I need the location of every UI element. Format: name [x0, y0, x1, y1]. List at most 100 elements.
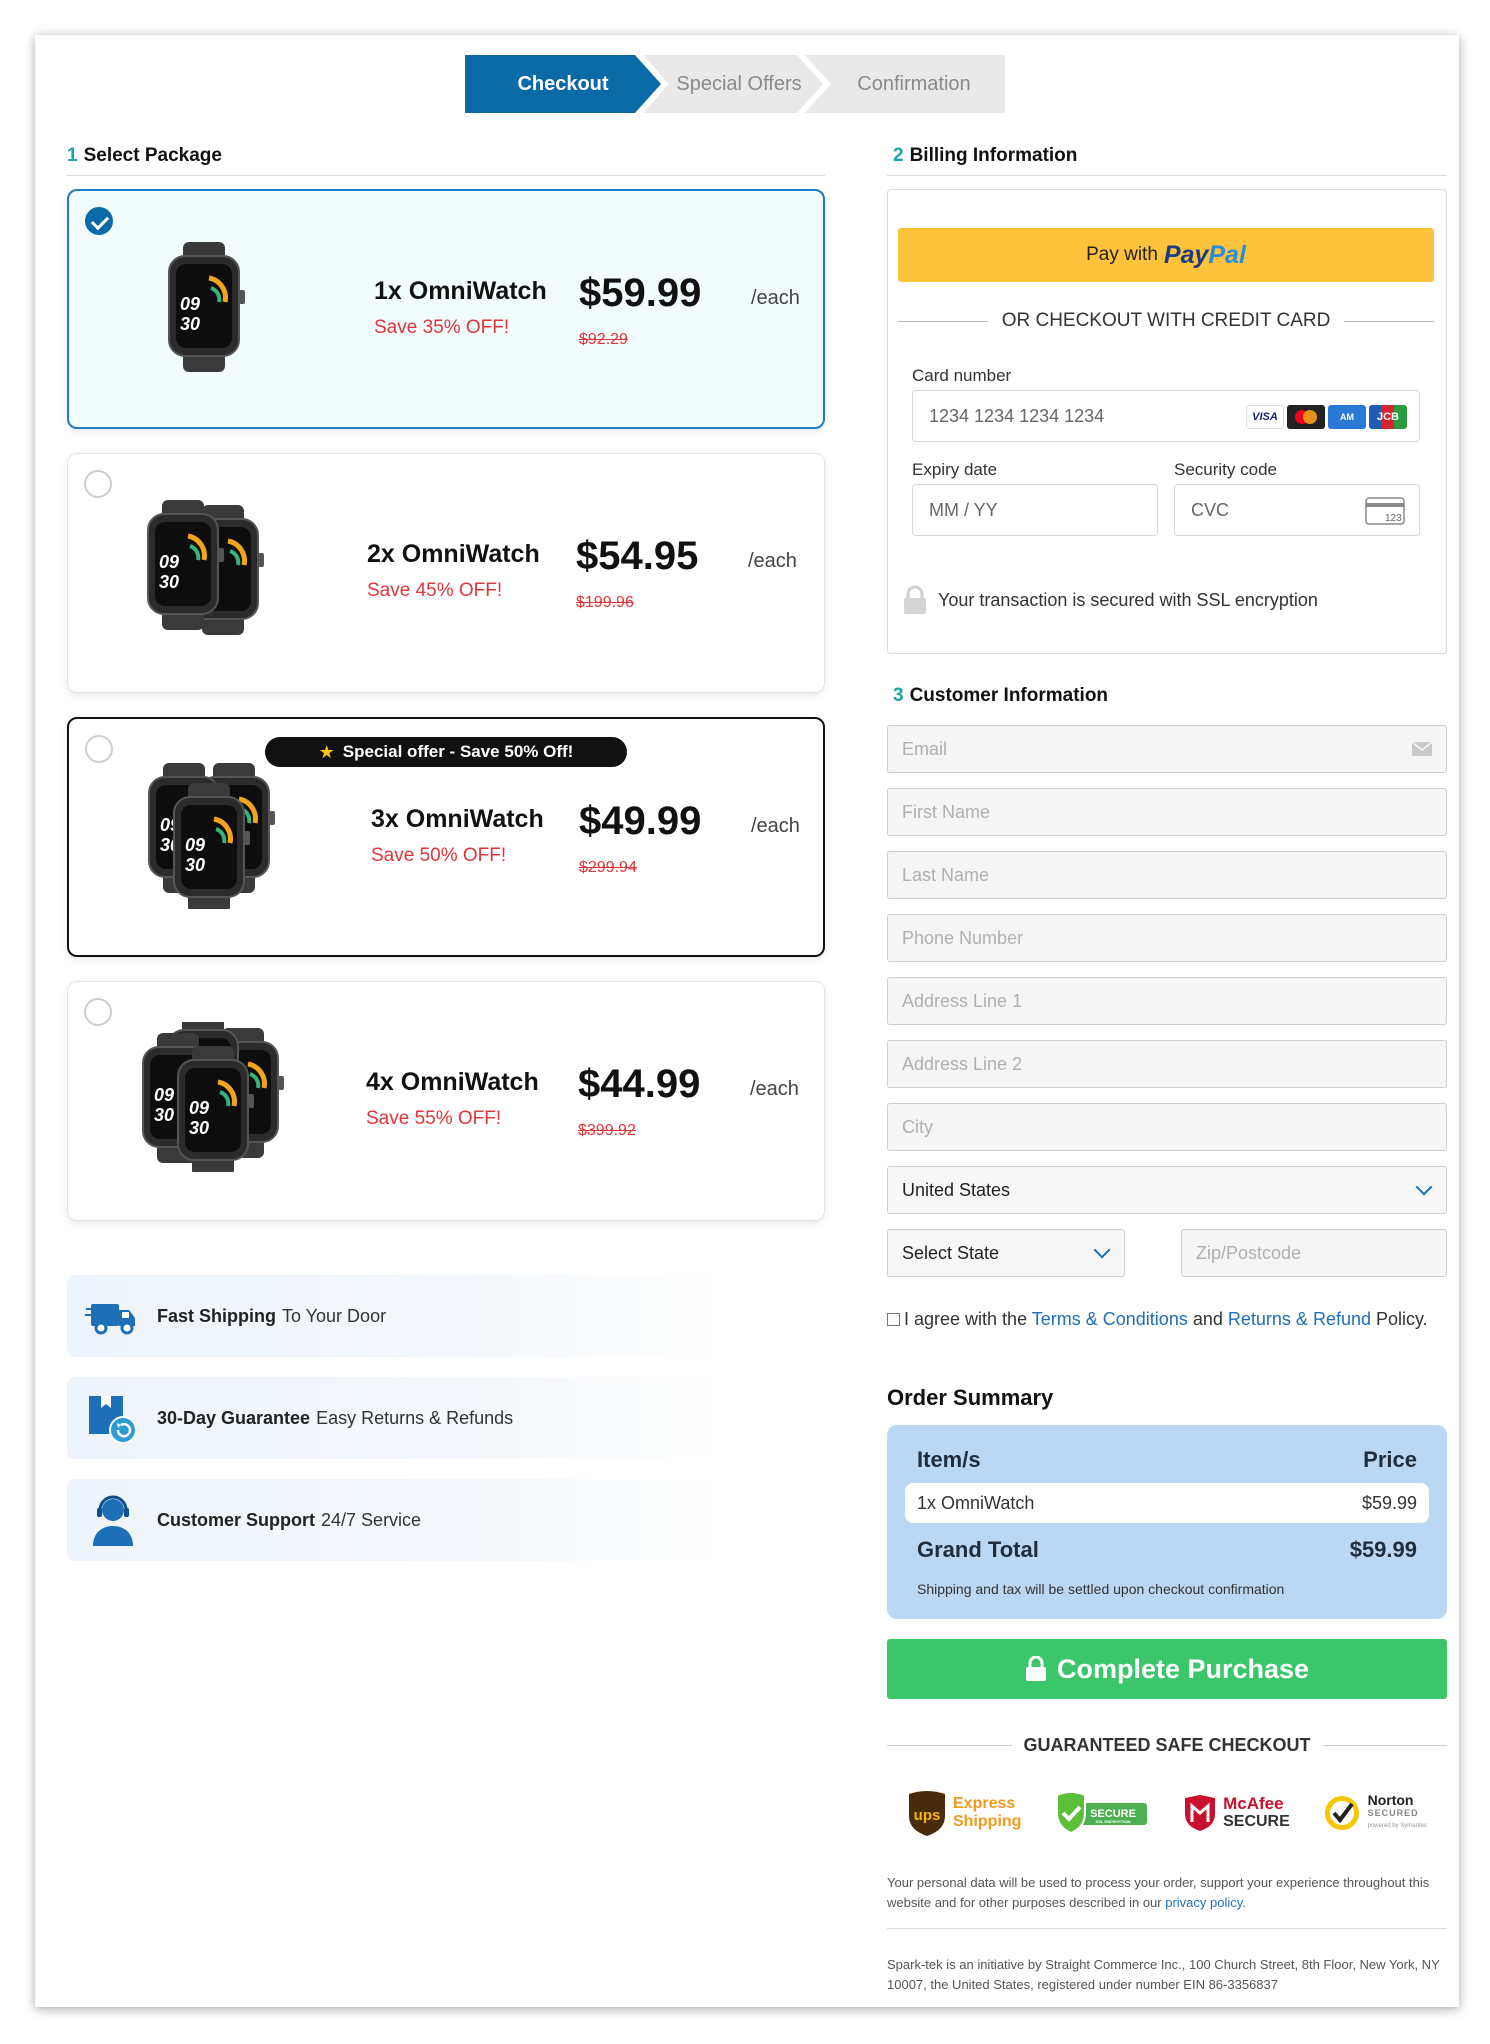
paypal-button[interactable]: Pay with PayPal — [898, 228, 1434, 282]
package-save: Save 55% OFF! — [366, 1108, 502, 1129]
package-old-price: $92.29 — [579, 331, 628, 348]
norton-badge: Norton SECURED powered by Symantec — [1322, 1793, 1427, 1833]
package-old-price: $399.92 — [578, 1122, 636, 1139]
ups-shield-icon: ups — [909, 1791, 945, 1836]
order-header: Item/s Price — [917, 1447, 1417, 1473]
grand-total-label: Grand Total — [917, 1537, 1039, 1562]
mcafee-line-2: SECURE — [1223, 1813, 1290, 1830]
complete-purchase-label: Complete Purchase — [1056, 1653, 1310, 1684]
email-placeholder: Email — [902, 738, 948, 759]
card-brands: VISA AM JCB — [1246, 405, 1407, 429]
terms-link[interactable]: Terms & Conditions — [1032, 1309, 1188, 1329]
grand-total: Grand Total $59.99 — [917, 1537, 1417, 1563]
ssl-notice: Your transaction is secured with SSL enc… — [902, 585, 1318, 615]
or-divider: OR CHECKOUT WITH CREDIT CARD — [898, 310, 1434, 332]
security-code-input[interactable]: CVC 123 — [1174, 484, 1420, 536]
trust-badges: ups Express Shipping SECURE SSL ENCRYPTI… — [907, 1783, 1427, 1843]
section-label: Customer Information — [909, 685, 1109, 706]
svg-text:09: 09 — [189, 1098, 209, 1118]
address-line-1-field[interactable]: Address Line 1 — [887, 977, 1447, 1025]
envelope-icon — [1412, 742, 1432, 756]
address-line-1-placeholder: Address Line 1 — [902, 990, 1023, 1011]
cvc-card-icon: 123 — [1365, 497, 1405, 525]
card-number-input[interactable]: 1234 1234 1234 1234 VISA AM JCB — [912, 390, 1420, 442]
state-value: Select State — [902, 1242, 1000, 1263]
privacy-notice: Your personal data will be used to proce… — [887, 1873, 1447, 1913]
mcafee-shield-icon — [1185, 1795, 1216, 1831]
amex-icon: AM — [1328, 405, 1366, 429]
svg-text:09: 09 — [159, 552, 179, 572]
package-each: /each — [748, 550, 797, 572]
package-save: Save 35% OFF! — [374, 317, 510, 338]
phone-field[interactable]: Phone Number — [887, 914, 1447, 962]
norton-check-icon — [1324, 1796, 1359, 1830]
or-text: OR CHECKOUT WITH CREDIT CARD — [1001, 310, 1331, 331]
company-info: Spark-tek is an initiative by Straight C… — [887, 1957, 1440, 1992]
step-checkout[interactable]: Checkout — [465, 55, 661, 113]
order-item-row: 1x OmniWatch $59.99 — [905, 1483, 1429, 1523]
mcafee-text: McAfee SECURE — [1223, 1795, 1290, 1831]
section-label: Select Package — [83, 145, 222, 166]
package-name: 2x OmniWatch — [367, 540, 540, 568]
perk-title: Customer Support — [157, 1509, 316, 1530]
card-number-placeholder: 1234 1234 1234 1234 — [929, 405, 1105, 426]
agree-text: I agree with the — [904, 1309, 1028, 1329]
state-select[interactable]: Select State — [887, 1229, 1125, 1277]
norton-sub: powered by Symantec — [1367, 1822, 1427, 1829]
terms-checkbox[interactable] — [887, 1313, 900, 1326]
package-price: $54.95 — [576, 534, 699, 578]
order-item-price: $59.99 — [1361, 1492, 1417, 1513]
section-label: Billing Information — [909, 145, 1078, 166]
order-summary: Item/s Price 1x OmniWatch $59.99 Grand T… — [887, 1425, 1447, 1619]
select-package-title: 1 Select Package — [67, 145, 222, 167]
city-field[interactable]: City — [887, 1103, 1447, 1151]
package-radio[interactable] — [84, 998, 112, 1026]
order-summary-title: Order Summary — [887, 1385, 1054, 1410]
security-code-label: Security code — [1174, 460, 1277, 479]
zip-field[interactable]: Zip/Postcode — [1181, 1229, 1447, 1277]
divider — [67, 175, 825, 176]
step-special-offers[interactable]: Special Offers — [643, 55, 823, 113]
order-item-name: 1x OmniWatch — [917, 1492, 1035, 1513]
watch-image: 0930 0930 0930 0930 — [142, 1022, 284, 1172]
package-save: Save 45% OFF! — [367, 580, 503, 601]
visa-icon: VISA — [1246, 405, 1284, 429]
zip-placeholder: Zip/Postcode — [1196, 1242, 1302, 1263]
norton-line-2: SECURED — [1367, 1807, 1419, 1818]
package-option-4[interactable]: 0930 0930 0930 0930 4x OmniWatch Save 55… — [67, 981, 825, 1221]
package-price: $44.99 — [578, 1062, 701, 1106]
guaranteed-text: GUARANTEED SAFE CHECKOUT — [1023, 1735, 1311, 1755]
perk-title: 30-Day Guarantee — [157, 1407, 311, 1428]
delivery-truck-icon — [85, 1304, 135, 1335]
package-option-2[interactable]: 0930 0930 2x OmniWatch Save 45% OFF! $54… — [67, 453, 825, 693]
customer-info-title: 3 Customer Information — [893, 685, 1108, 707]
section-number: 3 — [893, 685, 904, 706]
last-name-placeholder: Last Name — [902, 864, 990, 885]
mcafee-line-1: McAfee — [1223, 1794, 1284, 1813]
package-radio[interactable] — [85, 207, 113, 235]
package-radio[interactable] — [85, 735, 113, 763]
email-field[interactable]: Email — [887, 725, 1447, 773]
package-option-1[interactable]: 09 30 1x OmniWatch Save 35% OFF! $59.99 /… — [67, 189, 825, 429]
step-confirmation[interactable]: Confirmation — [805, 55, 1005, 113]
watch-image: 0930 — [168, 242, 245, 372]
svg-text:30: 30 — [185, 855, 205, 875]
package-name: 4x OmniWatch — [366, 1068, 539, 1096]
address-line-2-field[interactable]: Address Line 2 — [887, 1040, 1447, 1088]
complete-purchase-button[interactable]: Complete Purchase — [887, 1639, 1447, 1699]
svg-text:30: 30 — [159, 572, 179, 592]
phone-placeholder: Phone Number — [902, 927, 1024, 948]
first-name-field[interactable]: First Name — [887, 788, 1447, 836]
returns-link[interactable]: Returns & Refund — [1228, 1309, 1371, 1329]
grand-total-value: $59.99 — [1349, 1537, 1417, 1562]
country-select[interactable]: United States — [887, 1166, 1447, 1214]
package-radio[interactable] — [84, 470, 112, 498]
address-line-2-placeholder: Address Line 2 — [902, 1053, 1023, 1074]
svg-text:09: 09 — [154, 1085, 174, 1105]
privacy-policy-link[interactable]: privacy policy. — [1165, 1895, 1246, 1910]
perk-text: To Your Door — [282, 1305, 387, 1326]
expiry-input[interactable]: MM / YY — [912, 484, 1158, 536]
package-old-price: $199.96 — [576, 594, 634, 611]
last-name-field[interactable]: Last Name — [887, 851, 1447, 899]
package-name: 1x OmniWatch — [374, 277, 547, 305]
